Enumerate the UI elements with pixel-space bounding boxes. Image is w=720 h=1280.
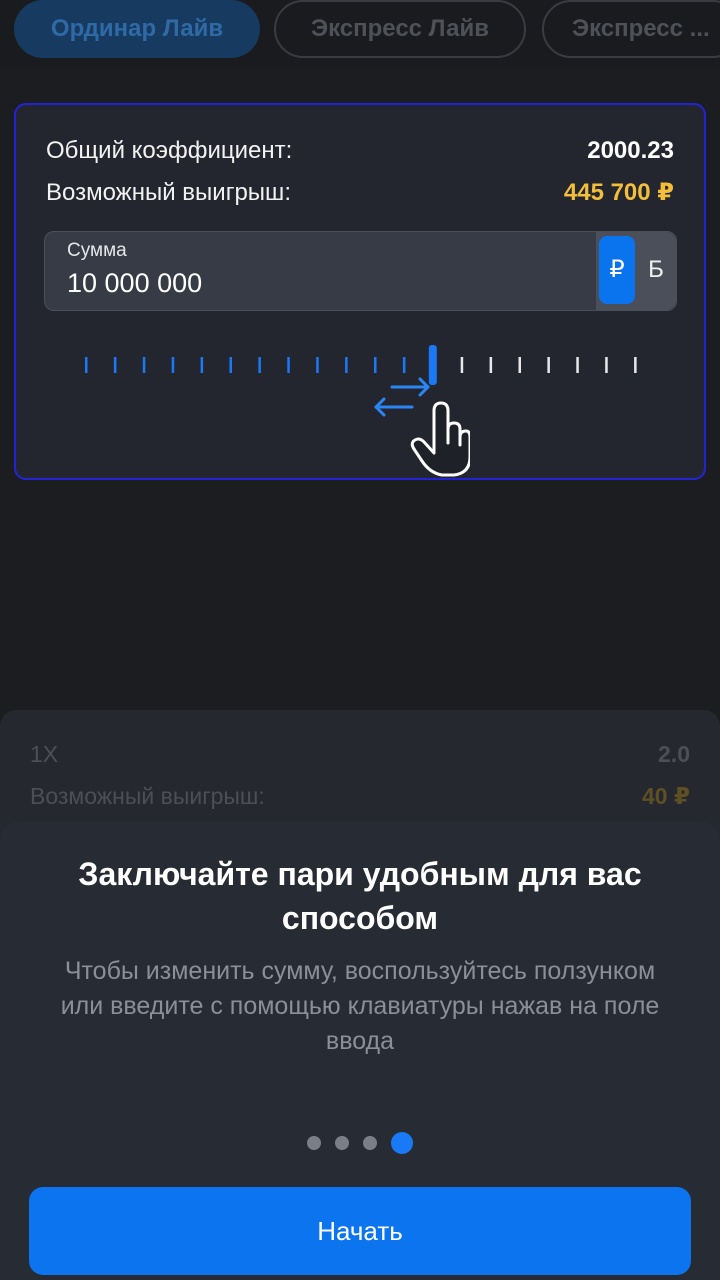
slider-tick bbox=[316, 357, 319, 373]
onboarding-description: Чтобы изменить сумму, воспользуйтесь пол… bbox=[60, 957, 660, 1055]
slider-tick bbox=[171, 357, 175, 373]
onboarding-sheet: Заключайте пари удобным для вас способом… bbox=[0, 822, 720, 1280]
slider-tick bbox=[113, 357, 117, 373]
slider-tick bbox=[402, 357, 406, 373]
slider-tick bbox=[518, 357, 521, 373]
tab-express-live[interactable]: Экспресс Лайв bbox=[274, 0, 526, 58]
market-row: 1X 2.0 bbox=[30, 738, 690, 770]
market-odds: 2.0 bbox=[658, 741, 690, 767]
slider-tick bbox=[634, 357, 637, 373]
screen: Ординар Лайв Экспресс Лайв Экспресс ... … bbox=[0, 0, 720, 1280]
market-label: 1X bbox=[30, 741, 59, 767]
amount-input[interactable]: Сумма 10 000 000 ₽ Б bbox=[44, 231, 677, 311]
currency-rub-button[interactable]: ₽ bbox=[599, 236, 635, 304]
bg-possible-win-value: 40 ₽ bbox=[642, 783, 690, 809]
tab-single-live[interactable]: Ординар Лайв bbox=[14, 0, 260, 58]
slider-tick bbox=[547, 357, 550, 373]
slider-track[interactable] bbox=[68, 337, 658, 389]
page-dot bbox=[363, 1136, 377, 1150]
slider-tick bbox=[345, 357, 348, 373]
slider-tick bbox=[576, 357, 579, 373]
page-dot bbox=[307, 1136, 321, 1150]
currency-toggle[interactable]: ₽ Б bbox=[596, 232, 676, 310]
possible-win-row: Возможный выигрыш: 445 700 ₽ bbox=[46, 177, 674, 209]
page-dot-active bbox=[391, 1132, 413, 1154]
onboarding-title: Заключайте пари удобным для вас способом bbox=[78, 856, 642, 936]
currency-bonus-button[interactable]: Б bbox=[638, 236, 674, 304]
amount-label: Сумма bbox=[67, 240, 127, 261]
total-odds-row: Общий коэффициент: 2000.23 bbox=[46, 135, 674, 167]
total-odds-label: Общий коэффициент: bbox=[46, 137, 293, 164]
horizontal-arrows-icon bbox=[374, 377, 430, 417]
slider-tick bbox=[200, 357, 204, 373]
slider-tick bbox=[85, 357, 88, 373]
swipe-hand-icon bbox=[410, 401, 472, 477]
possible-win-value: 445 700 ₽ bbox=[563, 179, 674, 206]
slider-tick bbox=[258, 357, 261, 373]
slider-tick bbox=[287, 357, 290, 373]
page-dot bbox=[335, 1136, 349, 1150]
slider-tick bbox=[142, 357, 146, 373]
slider-tick bbox=[229, 357, 232, 373]
amount-slider[interactable] bbox=[68, 337, 658, 389]
slider-tick bbox=[374, 357, 377, 373]
total-odds-value: 2000.23 bbox=[587, 137, 674, 164]
slider-tick bbox=[489, 357, 493, 373]
amount-value[interactable]: 10 000 000 bbox=[67, 268, 202, 299]
page-indicator bbox=[0, 1132, 720, 1156]
bg-possible-win-label: Возможный выигрыш: bbox=[30, 783, 265, 809]
slider-tick bbox=[605, 357, 608, 373]
tab-express-more[interactable]: Экспресс ... bbox=[542, 0, 720, 58]
bg-possible-win-row: Возможный выигрыш: 40 ₽ bbox=[30, 780, 690, 812]
slider-tick bbox=[460, 357, 464, 373]
highlighted-bet-card: Общий коэффициент: 2000.23 Возможный выи… bbox=[14, 103, 706, 480]
swipe-gesture-hint bbox=[370, 373, 472, 477]
bet-type-tabs: Ординар Лайв Экспресс Лайв Экспресс ... bbox=[0, 0, 720, 68]
possible-win-label: Возможный выигрыш: bbox=[46, 179, 291, 206]
start-button[interactable]: Начать bbox=[29, 1187, 691, 1275]
